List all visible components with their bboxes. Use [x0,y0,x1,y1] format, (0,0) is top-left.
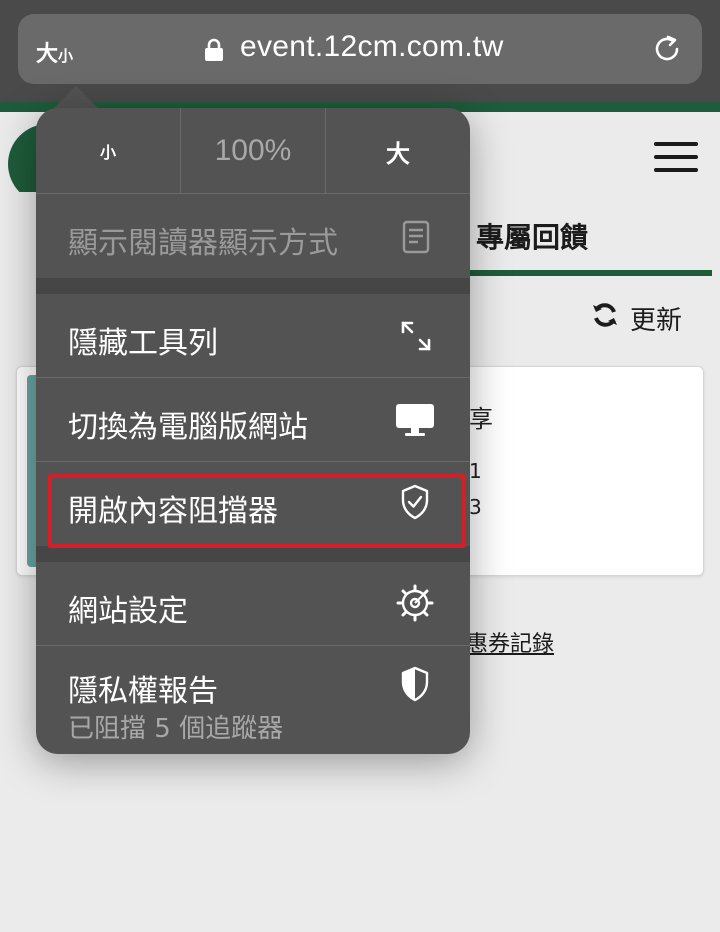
reader-icon [402,220,430,258]
menu-item-website-settings[interactable]: 網站設定 [36,562,470,646]
zoom-controls: 小 100% 大 [36,108,470,194]
url-text: event.12cm.com.tw [240,30,504,63]
menu-item-label: 切換為電腦版網站 [68,410,308,445]
card-detail-1: 1 [469,459,482,483]
highlight-box [48,474,466,548]
refresh-label: 更新 [630,306,683,336]
hamburger-menu-icon[interactable] [654,142,698,181]
desktop-icon [394,402,436,442]
menu-item-label: 隱藏工具列 [68,326,218,361]
text-size-button[interactable]: 大小 [36,36,73,68]
trackers-blocked-text: 已阻擋 5 個追蹤器 [68,714,284,744]
refresh-button[interactable]: 更新 [590,300,682,337]
browser-top-bar: 大小 event.12cm.com.tw [0,0,720,102]
card-detail-2: 3 [469,495,482,519]
menu-item-privacy-report[interactable]: 隱私權報告 已阻擋 5 個追蹤器 [36,646,470,754]
active-tab-indicator [440,270,712,276]
menu-item-hide-toolbar[interactable]: 隱藏工具列 [36,294,470,378]
menu-item-desktop-site[interactable]: 切換為電腦版網站 [36,378,470,462]
page-settings-menu: 小 100% 大 顯示閱讀器顯示方式 隱藏工具列 切換為電腦版網站 開啟內容阻擋… [36,108,470,754]
expand-arrows-icon [398,318,434,358]
menu-pointer [54,86,98,108]
coupon-history-link[interactable]: 惠券記錄 [466,626,554,658]
zoom-in-button[interactable]: 大 [325,108,470,194]
menu-group-divider [36,546,470,562]
menu-item-label: 網站設定 [68,594,188,629]
menu-item-reader: 顯示閱讀器顯示方式 [36,194,470,278]
text-size-big-label: 大 [36,42,59,67]
reload-icon[interactable] [650,32,684,70]
menu-item-label: 隱私權報告 [68,674,218,709]
card-title: 享 [469,405,493,433]
zoom-out-button[interactable]: 小 [36,108,180,194]
lock-icon [204,38,224,66]
menu-item-label: 顯示閱讀器顯示方式 [68,226,338,261]
gear-icon [396,584,434,626]
tab-exclusive-rewards[interactable]: 專屬回饋 [476,216,588,256]
text-size-small-label: 小 [58,47,74,65]
half-shield-icon [400,666,430,706]
menu-group-divider [36,278,470,294]
refresh-icon [590,300,620,337]
address-bar[interactable]: 大小 event.12cm.com.tw [18,14,702,84]
zoom-level[interactable]: 100% [180,108,325,194]
